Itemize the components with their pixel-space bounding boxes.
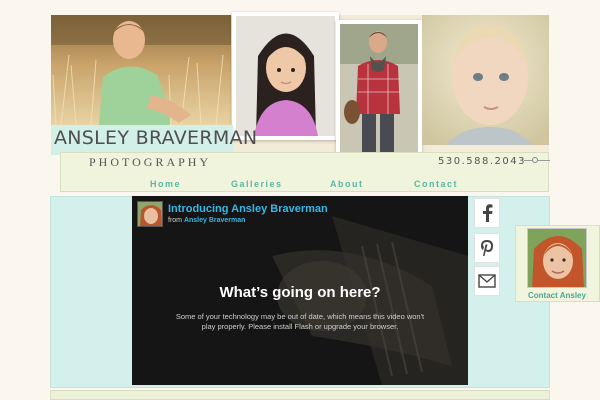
pinterest-button[interactable] xyxy=(474,233,500,263)
nav-about[interactable]: About xyxy=(330,179,364,189)
nav-galleries[interactable]: Galleries xyxy=(231,179,283,189)
nav-contact[interactable]: Contact xyxy=(414,179,458,189)
phone-divider-dot-icon xyxy=(532,157,538,163)
footer-strip xyxy=(50,390,550,400)
video-byline: from Ansley Braverman xyxy=(168,217,245,224)
video-error-message: Some of your technology may be out of da… xyxy=(175,312,425,331)
contact-photo[interactable] xyxy=(527,228,587,288)
video-author-link[interactable]: Ansley Braverman xyxy=(184,217,245,224)
video-error-title: What’s going on here? xyxy=(219,284,381,301)
nav-home[interactable]: Home xyxy=(150,179,181,189)
header-photo-toddler xyxy=(422,15,549,145)
pinterest-icon xyxy=(481,240,493,256)
header-photo-man-guitar xyxy=(336,20,422,158)
contact-link[interactable]: Contact Ansley xyxy=(528,291,586,300)
header-photo-girl xyxy=(232,12,339,140)
mail-icon xyxy=(478,274,496,288)
video-from-label: from xyxy=(168,217,182,224)
brand-subtitle: PHOTOGRAPHY xyxy=(89,155,212,169)
facebook-icon xyxy=(483,204,493,222)
email-button[interactable] xyxy=(474,266,500,296)
header-photo-man-in-field xyxy=(51,15,231,125)
facebook-button[interactable] xyxy=(474,198,500,228)
brand-name: ANSLEY BRAVERMAN xyxy=(54,127,258,149)
video-player[interactable]: Introducing Ansley Braverman from Ansley… xyxy=(132,196,468,385)
video-author-avatar[interactable] xyxy=(137,201,163,227)
phone-number: 530.588.2043 xyxy=(438,156,526,167)
video-title-link[interactable]: Introducing Ansley Braverman xyxy=(168,203,328,215)
